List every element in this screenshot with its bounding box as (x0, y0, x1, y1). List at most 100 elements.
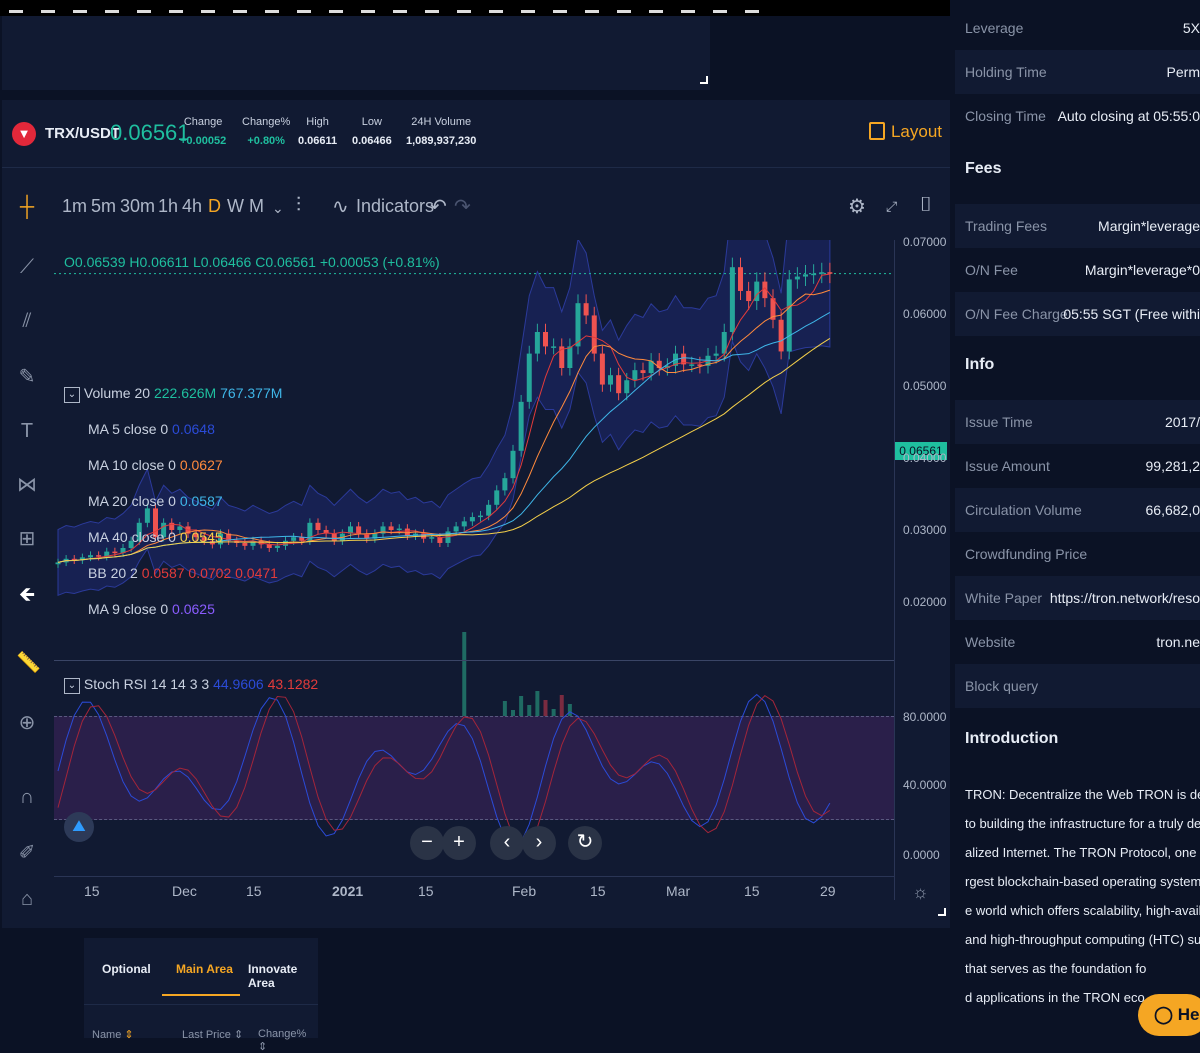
row-key: Holding Time (965, 50, 1047, 94)
candle-body (527, 354, 532, 402)
brush-icon[interactable]: ✎ (16, 364, 38, 389)
collapse-chevron-icon[interactable]: ⌄ (64, 678, 80, 694)
candle-body (600, 354, 605, 385)
axis-settings-icon[interactable]: ☼ (912, 882, 929, 903)
interval-1h[interactable]: 1h (158, 196, 178, 217)
collapse-chevron-icon[interactable]: ⌄ (64, 387, 80, 403)
candle-body (641, 370, 646, 373)
ticker-bar: ▼ TRX/USDT 0.06561 Change+0.00052 Change… (2, 100, 950, 168)
indicator-legend-row[interactable]: MA 10 close 0 0.0627 (64, 447, 282, 483)
row-leverage: Leverage5X (955, 6, 1200, 50)
layout-button[interactable]: Layout (869, 122, 942, 142)
rsi-v1: 44.9606 (213, 676, 264, 692)
candle-body (827, 272, 832, 274)
chart-toolbar: 1m 5m 30m 1h 4h D W M ⌄ ⫶ ∿ Indicators ↶… (2, 180, 950, 232)
indicator-legend-row[interactable]: MA 5 close 0 0.0648 (64, 411, 282, 447)
row-value: Auto closing at 05:55:0 (1058, 94, 1200, 138)
indicators-icon[interactable]: ∿ (332, 194, 349, 219)
indicator-legend-row[interactable]: MA 9 close 0 0.0625 (64, 591, 282, 627)
row-value: 5X (1183, 6, 1200, 50)
tab-optional[interactable]: Optional (102, 962, 151, 976)
interval-5m[interactable]: 5m (91, 196, 116, 217)
stat-value: 0.06611 (298, 135, 337, 147)
reset-chart-button[interactable]: ↻ (568, 826, 602, 860)
interval-1m[interactable]: 1m (62, 196, 87, 217)
zoom-in-icon[interactable]: ⊕ (16, 710, 38, 735)
lock-icon[interactable]: ⌂ (16, 888, 38, 911)
resize-corner-icon[interactable] (700, 76, 708, 84)
magnet-icon[interactable]: ∩ (16, 786, 38, 809)
camera-icon[interactable]: ⌷ (920, 194, 932, 217)
time-tick: 15 (418, 883, 434, 899)
ohlc-readout: O0.06539 H0.06611 L0.06466 C0.06561 +0.0… (64, 254, 440, 270)
candle-body (689, 364, 694, 366)
redo-icon[interactable]: ↷ (454, 194, 471, 219)
text-icon[interactable]: T (16, 420, 38, 443)
candle-body (502, 478, 507, 490)
measure-icon[interactable]: ⊞ (16, 526, 38, 551)
candle-body (779, 320, 784, 352)
price-tick: 0.07000 (903, 235, 946, 249)
candle-type-icon[interactable]: ⫶ (296, 194, 301, 217)
layout-icon (869, 122, 885, 140)
crosshair-icon[interactable]: ┼ (16, 196, 38, 219)
price-tick: 0.05000 (903, 379, 946, 393)
col-label: Change% (258, 1028, 306, 1040)
tab-innovate-area[interactable]: Innovate Area (248, 962, 318, 990)
sort-icon: ⇕ (234, 1029, 243, 1041)
intro-text: TRON: Decentralize the Web TRON is dedi … (965, 780, 1200, 1012)
tab-main-area[interactable]: Main Area (176, 962, 233, 976)
row-value: Margin*leverage*0 (1085, 248, 1200, 292)
zoom-out-button[interactable]: − (410, 826, 444, 860)
candle-body (803, 274, 808, 276)
interval-4h[interactable]: 4h (182, 196, 202, 217)
undo-icon[interactable]: ↶ (430, 194, 447, 219)
indicator-legend-row[interactable]: BB 20 2 0.0587 0.0702 0.0471 (64, 555, 282, 591)
pane-separator[interactable] (54, 660, 894, 661)
chevron-down-icon[interactable]: ⌄ (272, 200, 284, 217)
row-value: Margin*leverage (1098, 204, 1200, 248)
interval-d[interactable]: D (208, 196, 221, 217)
pair-name[interactable]: TRX/USDT (45, 125, 120, 142)
ruler-icon[interactable]: 📏 (16, 650, 38, 675)
interval-30m[interactable]: 30m (120, 196, 155, 217)
interval-m[interactable]: M (249, 196, 264, 217)
row-key: Website (965, 620, 1015, 664)
row-key: Block query (965, 664, 1038, 708)
pattern-icon[interactable]: ⋈ (16, 472, 38, 497)
lock-pencil-icon[interactable]: ✐ (16, 840, 38, 865)
candle-body (332, 534, 337, 541)
row-key: White Paper (965, 576, 1042, 620)
tradingview-icon[interactable]: ⛰ (64, 812, 94, 842)
fib-icon[interactable]: ⫽ (16, 310, 38, 333)
resize-corner-icon[interactable] (938, 908, 946, 916)
arrow-left-icon[interactable]: 🡸 (16, 580, 38, 614)
candle-body (429, 537, 434, 539)
indicators-button[interactable]: Indicators (356, 196, 434, 217)
row-key: Issue Time (965, 400, 1033, 444)
candle-body (787, 279, 792, 351)
scroll-right-button[interactable]: › (522, 826, 556, 860)
market-card: Optional Main Area Innovate Area Name ⇕ … (84, 938, 318, 1038)
layout-label: Layout (891, 122, 942, 141)
row-block-query[interactable]: Block query (955, 664, 1200, 708)
volume-legend: ⌄ Volume 20 222.626M 767.377M (64, 375, 282, 411)
website-link[interactable]: tron.ne (1156, 620, 1200, 664)
fullscreen-icon[interactable]: ⤢ (886, 198, 897, 215)
white-paper-link[interactable]: https://tron.network/reso (1050, 576, 1200, 620)
indicator-legend-row[interactable]: MA 20 close 0 0.0587 (64, 483, 282, 519)
interval-w[interactable]: W (227, 196, 244, 217)
indicator-legend-row[interactable]: MA 40 close 0 0.0545 (64, 519, 282, 555)
help-button[interactable]: ◯ He (1138, 994, 1200, 1036)
stat-label: High (298, 116, 337, 128)
col-change[interactable]: Change% ⇕ (258, 1028, 318, 1053)
indicator-label: MA 9 close 0 (88, 601, 172, 617)
zoom-in-button[interactable]: + (442, 826, 476, 860)
candle-body (462, 521, 467, 526)
volume-label: Volume 20 (84, 385, 150, 401)
scroll-left-button[interactable]: ‹ (490, 826, 524, 860)
settings-icon[interactable]: ⚙ (848, 194, 866, 219)
trend-line-icon[interactable]: ⟋ (16, 256, 38, 279)
last-price: 0.06561 (110, 120, 190, 146)
drawing-toolbar: ┼ ⟋ ⫽ ✎ T ⋈ ⊞ 🡸 📏 ⊕ ∩ ✐ ⌂ (2, 180, 52, 920)
